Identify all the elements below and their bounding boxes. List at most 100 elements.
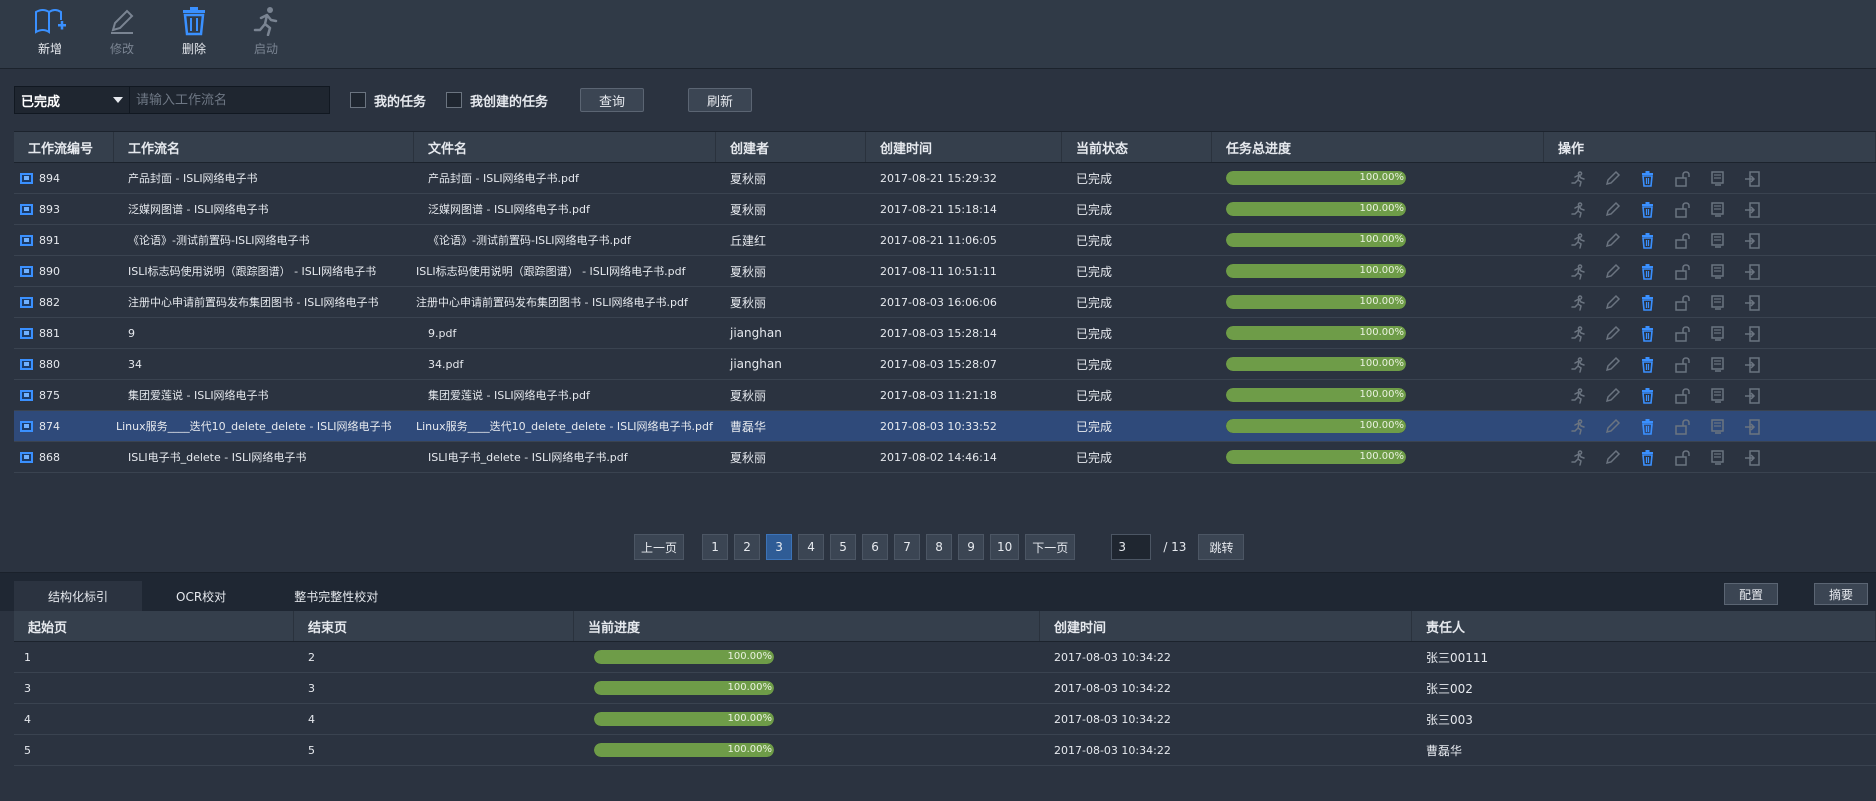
tab-book-integrity[interactable]: 整书完整性校对 (260, 581, 412, 611)
table-row[interactable]: 874 Linux服务____迭代10_delete_delete - ISLI网… (14, 411, 1876, 442)
delete-button[interactable]: 删除 (158, 0, 230, 68)
prev-page-button[interactable]: 上一页 (634, 534, 685, 560)
pencil-icon[interactable] (1603, 200, 1622, 219)
page-button[interactable]: 1 (702, 534, 729, 560)
my-tasks-checkbox[interactable]: 我的任务 (350, 91, 426, 110)
document-icon[interactable] (1708, 293, 1727, 312)
export-icon[interactable] (1743, 231, 1762, 250)
trash-icon[interactable] (1638, 293, 1657, 312)
header-cell[interactable]: 任务总进度 (1212, 132, 1544, 162)
run-icon[interactable] (1568, 355, 1587, 374)
lock-icon[interactable] (1673, 293, 1692, 312)
run-icon[interactable] (1568, 200, 1587, 219)
document-icon[interactable] (1708, 169, 1727, 188)
lock-icon[interactable] (1673, 386, 1692, 405)
pencil-icon[interactable] (1603, 386, 1622, 405)
lock-icon[interactable] (1673, 231, 1692, 250)
document-icon[interactable] (1708, 417, 1727, 436)
page-number-input[interactable] (1111, 534, 1152, 560)
page-button[interactable]: 6 (862, 534, 889, 560)
header-cell[interactable]: 当前状态 (1062, 132, 1212, 162)
header-cell[interactable]: 当前进度 (574, 611, 1040, 641)
header-cell[interactable]: 创建者 (716, 132, 866, 162)
pencil-icon[interactable] (1603, 231, 1622, 250)
trash-icon[interactable] (1638, 355, 1657, 374)
page-button[interactable]: 8 (926, 534, 953, 560)
run-icon[interactable] (1568, 262, 1587, 281)
header-cell[interactable]: 文件名 (414, 132, 716, 162)
pencil-icon[interactable] (1603, 417, 1622, 436)
pencil-icon[interactable] (1603, 324, 1622, 343)
my-created-tasks-checkbox[interactable]: 我创建的任务 (446, 91, 548, 110)
tab-ocr-proofread[interactable]: OCR校对 (142, 581, 260, 611)
page-button[interactable]: 9 (958, 534, 985, 560)
trash-icon[interactable] (1638, 324, 1657, 343)
query-button[interactable]: 查询 (580, 88, 645, 112)
workflow-name-input[interactable] (130, 86, 330, 114)
page-button[interactable]: 10 (990, 534, 1020, 560)
tab-structured-index[interactable]: 结构化标引 (14, 581, 143, 611)
pencil-icon[interactable] (1603, 293, 1622, 312)
header-cell[interactable]: 结束页 (294, 611, 574, 641)
export-icon[interactable] (1743, 169, 1762, 188)
run-icon[interactable] (1568, 386, 1587, 405)
table-row[interactable]: 868 ISLI电子书_delete - ISLI网络电子书 ISLI电子书_del… (14, 442, 1876, 473)
table-row[interactable]: 894 产品封面 - ISLI网络电子书 产品封面 - ISLI网络电子书.pdf 夏… (14, 163, 1876, 194)
lock-icon[interactable] (1673, 355, 1692, 374)
export-icon[interactable] (1743, 262, 1762, 281)
export-icon[interactable] (1743, 386, 1762, 405)
pencil-icon[interactable] (1603, 448, 1622, 467)
table-row[interactable]: 881 9 9.pdf jianghan 2017-08-03 15:28:14 已完成 1… (14, 318, 1876, 349)
edit-button[interactable]: 修改 (86, 0, 158, 68)
document-icon[interactable] (1708, 231, 1727, 250)
export-icon[interactable] (1743, 324, 1762, 343)
run-icon[interactable] (1568, 231, 1587, 250)
page-button[interactable]: 2 (734, 534, 761, 560)
table-row[interactable]: 891 《论语》-测试前置码-ISLI网络电子书 《论语》-测试前置码-ISLI网络… (14, 225, 1876, 256)
subtask-row[interactable]: 4 4 100.00% 2017-08-03 10:34:22 张三003 (14, 704, 1876, 735)
page-button[interactable]: 7 (894, 534, 921, 560)
run-icon[interactable] (1568, 448, 1587, 467)
run-icon[interactable] (1568, 324, 1587, 343)
page-button[interactable]: 5 (830, 534, 857, 560)
trash-icon[interactable] (1638, 200, 1657, 219)
trash-icon[interactable] (1638, 169, 1657, 188)
page-button[interactable]: 3 (766, 534, 793, 560)
table-row[interactable]: 890 ISLI标志码使用说明（跟踪图谱） - ISLI网络电子书 ISLI标志码使… (14, 256, 1876, 287)
header-cell[interactable]: 工作流名 (114, 132, 414, 162)
lock-icon[interactable] (1673, 448, 1692, 467)
subtask-row[interactable]: 5 5 100.00% 2017-08-03 10:34:22 曹磊华 (14, 735, 1876, 766)
refresh-button[interactable]: 刷新 (688, 88, 753, 112)
pencil-icon[interactable] (1603, 169, 1622, 188)
run-icon[interactable] (1568, 169, 1587, 188)
export-icon[interactable] (1743, 417, 1762, 436)
header-cell[interactable]: 责任人 (1412, 611, 1876, 641)
add-button[interactable]: 新增 (14, 0, 86, 68)
table-row[interactable]: 882 注册中心申请前置码发布集团图书 - ISLI网络电子书 注册中心申请前置码发… (14, 287, 1876, 318)
export-icon[interactable] (1743, 293, 1762, 312)
jump-button[interactable]: 跳转 (1198, 534, 1245, 560)
document-icon[interactable] (1708, 355, 1727, 374)
checkbox-box[interactable] (350, 92, 366, 108)
header-cell[interactable]: 工作流编号 (14, 132, 114, 162)
config-button[interactable]: 配置 (1724, 583, 1779, 605)
trash-icon[interactable] (1638, 448, 1657, 467)
document-icon[interactable] (1708, 386, 1727, 405)
trash-icon[interactable] (1638, 231, 1657, 250)
table-row[interactable]: 875 集团爱莲说 - ISLI网络电子书 集团爱莲说 - ISLI网络电子书.pd… (14, 380, 1876, 411)
export-icon[interactable] (1743, 200, 1762, 219)
pencil-icon[interactable] (1603, 262, 1622, 281)
status-select[interactable]: 已完成 (14, 86, 130, 114)
table-row[interactable]: 893 泛媒网图谱 - ISLI网络电子书 泛媒网图谱 - ISLI网络电子书.pd… (14, 194, 1876, 225)
checkbox-box[interactable] (446, 92, 463, 108)
header-cell[interactable]: 创建时间 (1040, 611, 1412, 641)
pencil-icon[interactable] (1603, 355, 1622, 374)
start-button[interactable]: 启动 (230, 0, 302, 68)
next-page-button[interactable]: 下一页 (1025, 534, 1076, 560)
lock-icon[interactable] (1673, 169, 1692, 188)
header-cell[interactable]: 创建时间 (866, 132, 1062, 162)
export-icon[interactable] (1743, 355, 1762, 374)
document-icon[interactable] (1708, 200, 1727, 219)
extra-button[interactable]: 摘要 (1814, 583, 1869, 605)
run-icon[interactable] (1568, 293, 1587, 312)
